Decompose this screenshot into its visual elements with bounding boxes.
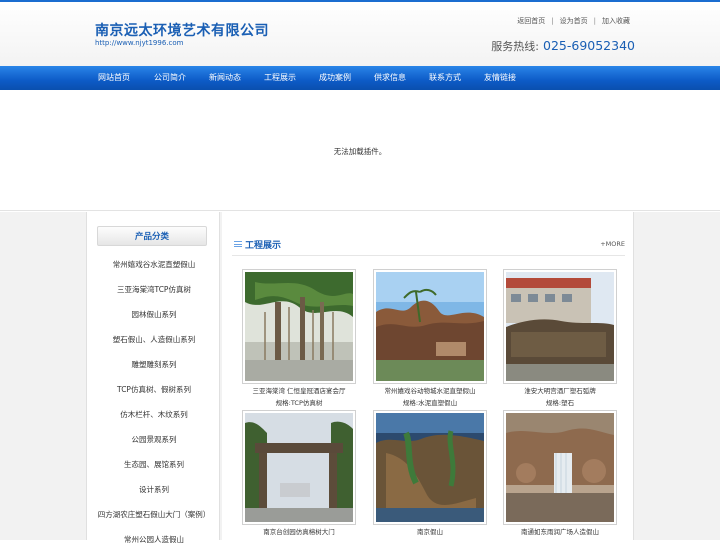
project-spec: 规格:水泥直塑假山 — [402, 399, 458, 407]
sidebar-title: 产品分类 — [97, 226, 207, 246]
add-favorite-link[interactable]: 加入收藏 — [602, 17, 630, 25]
sidebar-item[interactable]: 四方湖农庄塑石假山大门（案例） — [87, 502, 221, 527]
projects-panel: 工程展示 +MORE 三亚海棠湾 仁恒皇冠酒店宴会厅 规格:TCP仿真树 常州嬉… — [222, 212, 634, 540]
waterfall-rockery-photo — [506, 413, 614, 522]
stone-sign-photo — [506, 272, 614, 381]
project-card[interactable]: 淮安大明宫酒厂塑石弧牌 规格:塑石 — [503, 269, 617, 408]
project-image[interactable] — [242, 269, 356, 384]
nav-cases[interactable]: 成功案例 — [319, 66, 351, 90]
project-image[interactable] — [503, 410, 617, 525]
sidebar-item[interactable]: TCP仿真树、假树系列 — [87, 377, 221, 402]
company-url[interactable]: http://www.njyt1996.com — [95, 39, 183, 47]
project-image[interactable] — [373, 269, 487, 384]
indoor-rockery-photo — [376, 413, 484, 522]
nav-news[interactable]: 新闻动态 — [209, 66, 241, 90]
top-links: 返回首页 | 设为首页 | 加入收藏 — [517, 16, 630, 26]
nav-contact[interactable]: 联系方式 — [429, 66, 461, 90]
hotline-label: 服务热线: — [491, 40, 539, 53]
project-spec: 规格:TCP仿真树 — [275, 399, 323, 407]
project-card[interactable]: 南京台创园仿真榕树大门 — [242, 410, 356, 537]
sidebar-item[interactable]: 塑石假山、人造假山系列 — [87, 327, 221, 352]
nav-links[interactable]: 友情链接 — [484, 66, 516, 90]
project-caption[interactable]: 南京假山 — [373, 527, 487, 537]
project-caption[interactable]: 三亚海棠湾 仁恒皇冠酒店宴会厅 — [242, 386, 356, 396]
project-card[interactable]: 三亚海棠湾 仁恒皇冠酒店宴会厅 规格:TCP仿真树 — [242, 269, 356, 408]
list-icon — [234, 241, 242, 247]
project-card[interactable]: 南通如东雨润广场人造假山 — [503, 410, 617, 537]
set-homepage-link[interactable]: 设为首页 — [560, 17, 588, 25]
gate-photo — [245, 413, 353, 522]
nav-about[interactable]: 公司简介 — [154, 66, 186, 90]
sidebar-item[interactable]: 园林假山系列 — [87, 302, 221, 327]
sidebar-item[interactable]: 设计系列 — [87, 477, 221, 502]
project-spec: 规格:塑石 — [545, 399, 575, 407]
project-card[interactable]: 常州嬉戏谷动物城水泥直塑假山 规格:水泥直塑假山 — [373, 269, 487, 408]
separator: | — [551, 17, 554, 25]
project-image[interactable] — [373, 410, 487, 525]
sidebar-item[interactable]: 公园景观系列 — [87, 427, 221, 452]
project-caption[interactable]: 淮安大明宫酒厂塑石弧牌 — [503, 386, 617, 396]
separator: | — [593, 17, 596, 25]
sidebar-item[interactable]: 三亚海棠湾TCP仿真树 — [87, 277, 221, 302]
nav-projects[interactable]: 工程展示 — [264, 66, 296, 90]
project-caption[interactable]: 常州嬉戏谷动物城水泥直塑假山 — [373, 386, 487, 396]
header: 南京远太环境艺术有限公司 http://www.njyt1996.com 返回首… — [0, 2, 720, 66]
plugin-error-message: 无法加载插件。 — [333, 147, 387, 156]
project-image[interactable] — [503, 269, 617, 384]
hotline-number: 025-69052340 — [543, 38, 635, 53]
project-card[interactable]: 南京假山 — [373, 410, 487, 537]
projects-header: 工程展示 +MORE — [232, 234, 625, 256]
hotline: 服务热线: 025-69052340 — [491, 38, 635, 54]
nav-supply[interactable]: 供求信息 — [374, 66, 406, 90]
sidebar-item[interactable]: 生态园、展馆系列 — [87, 452, 221, 477]
sidebar-list: 常州嬉戏谷水泥直塑假山 三亚海棠湾TCP仿真树 园林假山系列 塑石假山、人造假山… — [87, 252, 221, 552]
banner-plugin-area: 无法加载插件。 — [0, 90, 720, 211]
project-image[interactable] — [242, 410, 356, 525]
more-link[interactable]: +MORE — [600, 240, 625, 248]
sidebar-item[interactable]: 雕塑雕刻系列 — [87, 352, 221, 377]
content-area: 产品分类 常州嬉戏谷水泥直塑假山 三亚海棠湾TCP仿真树 园林假山系列 塑石假山… — [0, 212, 720, 544]
rockery-photo — [376, 272, 484, 381]
projects-title: 工程展示 — [245, 241, 282, 251]
project-caption[interactable]: 南通如东雨润广场人造假山 — [503, 527, 617, 537]
project-caption[interactable]: 南京台创园仿真榕树大门 — [242, 527, 356, 537]
company-name[interactable]: 南京远太环境艺术有限公司 — [95, 20, 269, 40]
sidebar-item[interactable]: 仿木栏杆、木纹系列 — [87, 402, 221, 427]
banyan-tree-photo — [245, 272, 353, 381]
main-nav: 网站首页 公司简介 新闻动态 工程展示 成功案例 供求信息 联系方式 友情链接 — [0, 66, 720, 90]
nav-home[interactable]: 网站首页 — [98, 66, 130, 90]
back-home-link[interactable]: 返回首页 — [517, 17, 545, 25]
sidebar: 产品分类 常州嬉戏谷水泥直塑假山 三亚海棠湾TCP仿真树 园林假山系列 塑石假山… — [86, 212, 220, 544]
sidebar-item[interactable]: 常州嬉戏谷水泥直塑假山 — [87, 252, 221, 277]
